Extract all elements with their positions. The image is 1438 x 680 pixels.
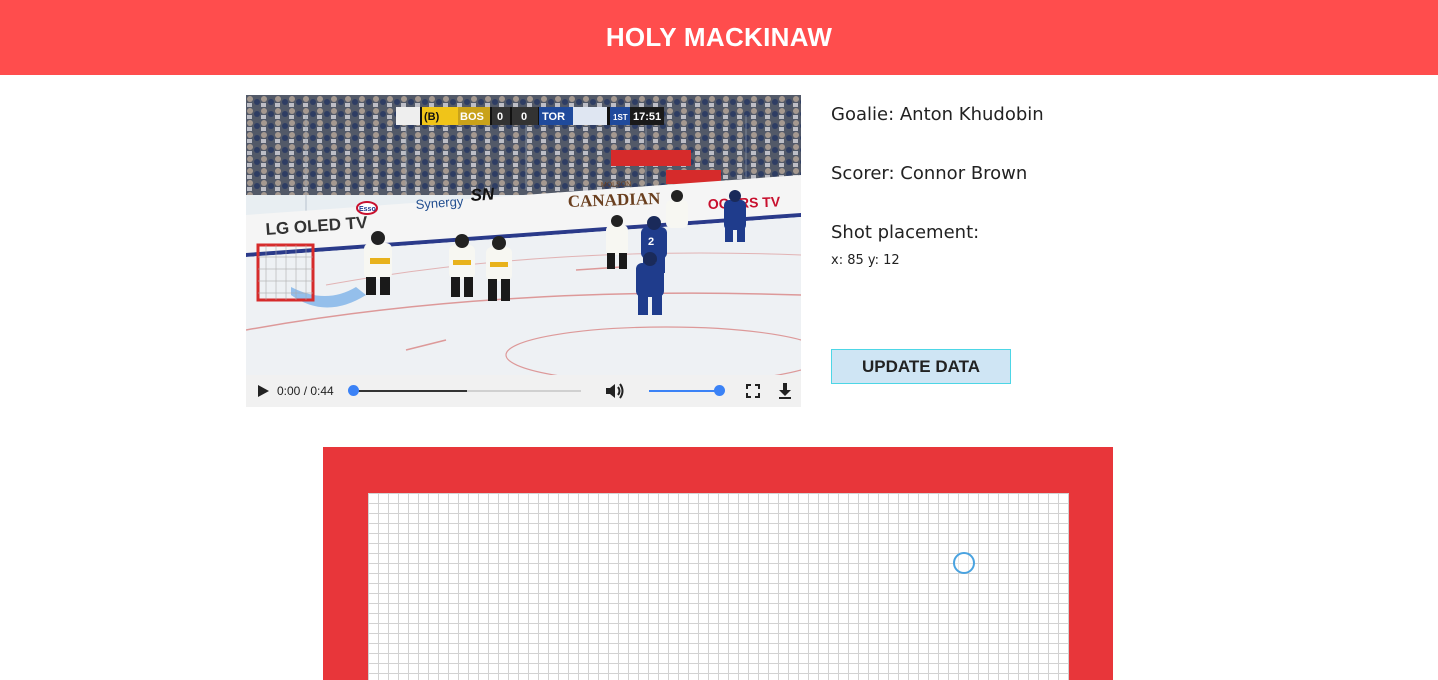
svg-text:Esso: Esso <box>359 206 376 213</box>
update-data-button[interactable]: UPDATE DATA <box>831 349 1011 384</box>
app-header: HOLY MACKINAW <box>0 0 1438 75</box>
svg-text:17:51: 17:51 <box>633 111 661 123</box>
svg-text:CANADIAN: CANADIAN <box>567 189 661 211</box>
shot-placement-label: Shot placement: <box>831 222 980 243</box>
shot-marker[interactable] <box>952 551 975 574</box>
shot-coordinates: x: 85 y: 12 <box>831 253 900 268</box>
app-title: HOLY MACKINAW <box>605 22 833 52</box>
volume-slider[interactable] <box>649 390 719 392</box>
svg-text:(B): (B) <box>424 111 440 123</box>
svg-text:0: 0 <box>497 111 503 123</box>
volume-thumb[interactable] <box>714 385 725 396</box>
svg-text:MOLSON: MOLSON <box>601 181 632 189</box>
scorer-label: Scorer: Connor Brown <box>831 163 1028 184</box>
svg-text:1ST: 1ST <box>613 113 628 122</box>
seek-bar[interactable] <box>353 390 581 392</box>
svg-text:TOR: TOR <box>542 111 565 123</box>
svg-text:BOS: BOS <box>460 111 484 123</box>
buffered-range <box>353 390 467 392</box>
video-frame[interactable]: LG OLED TV Synergy SN CANADIAN MOLSON OG… <box>246 95 801 375</box>
volume-icon[interactable] <box>604 381 626 401</box>
volume-level <box>649 390 719 392</box>
svg-text:0: 0 <box>521 111 527 123</box>
hockey-scene: LG OLED TV Synergy SN CANADIAN MOLSON OG… <box>246 95 801 375</box>
fullscreen-icon[interactable] <box>746 384 760 398</box>
video-controls: 0:00 / 0:44 <box>246 375 801 407</box>
time-display: 0:00 / 0:44 <box>277 384 334 398</box>
download-icon[interactable] <box>778 382 792 400</box>
seek-thumb[interactable] <box>348 385 359 396</box>
svg-text:SN: SN <box>470 184 496 205</box>
video-player[interactable]: LG OLED TV Synergy SN CANADIAN MOLSON OG… <box>246 95 801 407</box>
goalie-label: Goalie: Anton Khudobin <box>831 104 1044 125</box>
goal-net-grid[interactable] <box>368 493 1069 680</box>
svg-text:2: 2 <box>648 236 654 248</box>
goal-frame <box>323 447 1113 680</box>
play-icon[interactable] <box>256 384 270 398</box>
